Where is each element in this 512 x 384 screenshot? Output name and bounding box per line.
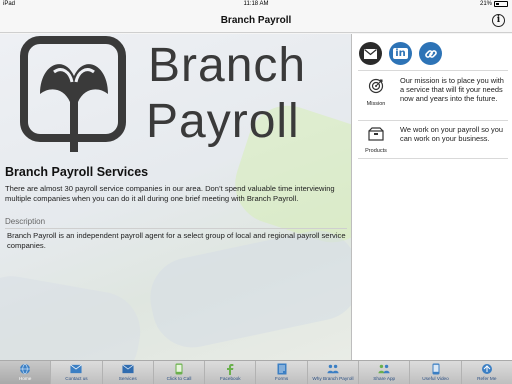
products-text: We work on your payroll so you can work … [400, 125, 503, 144]
main-content: Branch Payroll Branch Payroll Services T… [0, 34, 351, 360]
share-icon [378, 363, 390, 375]
target-icon [368, 78, 384, 94]
tab-contact-us[interactable]: Contact us [51, 361, 103, 384]
products-label: Products [365, 148, 387, 154]
mail-icon [70, 363, 83, 375]
envelope-icon [121, 363, 134, 375]
mission-section[interactable]: Mission Our mission is to place you with… [358, 76, 508, 118]
status-bar: iPad 11:18 AM 21% [0, 0, 512, 10]
services-intro-text: There are almost 30 payroll service comp… [5, 184, 335, 203]
forms-icon [276, 363, 288, 375]
battery-icon [494, 1, 508, 7]
tab-label: Click to Call [166, 376, 192, 381]
side-panel: in Mission Our mission is to place you w… [351, 34, 512, 360]
tab-services[interactable]: Services [103, 361, 154, 384]
info-icon[interactable]: i [492, 14, 505, 27]
tab-label: Forms [274, 376, 289, 381]
mission-label: Mission [366, 101, 386, 107]
tab-label: Why Branch Payroll [312, 376, 354, 381]
email-icon[interactable] [359, 42, 382, 65]
products-section[interactable]: Products We work on your payroll so you … [358, 125, 508, 157]
tab-bar: Home Contact us Services Click to Call F… [0, 360, 512, 384]
tab-refer-me[interactable]: Refer Me [462, 361, 512, 384]
branch-payroll-logo: Branch Payroll [18, 36, 348, 154]
side-divider [358, 158, 508, 159]
mission-text: Our mission is to place you with a servi… [400, 76, 504, 104]
people-icon [327, 363, 339, 375]
link-icon[interactable] [419, 42, 442, 65]
tab-useful-video[interactable]: Useful Video [410, 361, 462, 384]
tab-label: Home [18, 376, 32, 381]
page-title: Branch Payroll [220, 15, 292, 26]
tab-label: Share App [373, 376, 396, 381]
tab-label: Refer Me [477, 376, 497, 381]
tab-label: Services [118, 376, 137, 381]
tab-label: Useful Video [422, 376, 449, 381]
globe-icon [19, 363, 31, 375]
tab-why-branch-payroll[interactable]: Why Branch Payroll [308, 361, 360, 384]
linkedin-icon[interactable]: in [389, 42, 412, 65]
services-heading: Branch Payroll Services [5, 165, 149, 179]
description-label: Description [5, 217, 46, 226]
tab-click-to-call[interactable]: Click to Call [154, 361, 206, 384]
tab-share-app[interactable]: Share App [359, 361, 411, 384]
description-text: Branch Payroll is an independent payroll… [7, 231, 346, 250]
tab-label: Facebook [220, 376, 241, 381]
side-divider [358, 120, 508, 121]
refer-icon [481, 363, 493, 375]
battery-indicator: 21% [480, 1, 508, 7]
tab-forms[interactable]: Forms [256, 361, 308, 384]
logo-wordmark-line2: Payroll [146, 95, 300, 148]
box-icon [368, 127, 384, 141]
side-divider [358, 70, 508, 71]
mission-icon-wrap: Mission [358, 78, 394, 107]
navigation-bar: Branch Payroll i [0, 10, 512, 33]
phone-icon [173, 363, 185, 375]
facebook-icon [224, 363, 236, 375]
tab-facebook[interactable]: Facebook [205, 361, 257, 384]
puzzle-background-piece [0, 269, 147, 360]
battery-percent: 21% [479, 1, 492, 7]
logo-wordmark-line1: Branch [148, 39, 307, 92]
description-divider [5, 228, 347, 229]
chain-glyph [424, 49, 437, 58]
envelope-glyph [364, 48, 377, 59]
video-icon [430, 363, 442, 375]
products-icon-wrap: Products [358, 127, 394, 154]
tab-label: Contact us [65, 376, 88, 381]
clock: 11:18 AM [243, 1, 269, 7]
tab-home[interactable]: Home [0, 361, 52, 384]
tree-logo-icon [20, 36, 126, 152]
